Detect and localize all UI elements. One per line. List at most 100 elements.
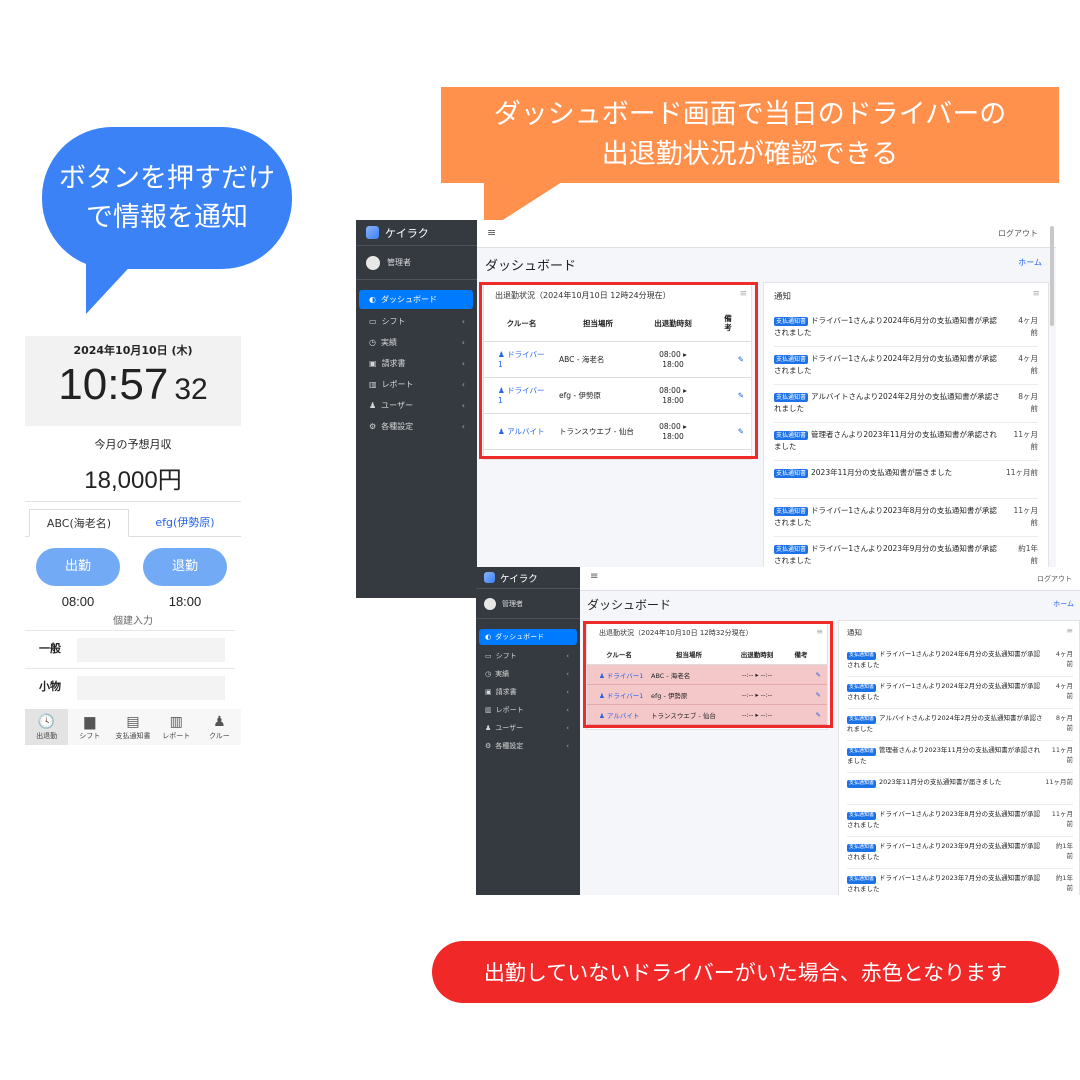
- nav-attendance[interactable]: 🕓 出退勤: [25, 709, 69, 745]
- user-name: 管理者: [387, 258, 411, 267]
- sidebar-item-results[interactable]: ◷ 実績 ‹: [359, 332, 473, 353]
- logout-link[interactable]: ログアウト: [998, 228, 1038, 239]
- notice-item[interactable]: 支払通知書 ドライバー1さんより2023年8月分の支払通知書が承認されました 11ヶ…: [774, 499, 1038, 537]
- notice-time: 4ヶ月前: [1056, 677, 1073, 701]
- user-icon: ♟: [369, 401, 377, 410]
- calendar-icon: ▭: [485, 652, 492, 660]
- highlight-box: [583, 621, 833, 728]
- general-input[interactable]: [77, 638, 225, 662]
- notice-item[interactable]: 支払通知書 アルバイトさんより2024年2月分の支払通知書が承認されました 8ヶ月前: [847, 709, 1073, 741]
- dashboard-screen-b: ケイラク 管理者 ◐ ダッシュボード ▭ シフト ‹ ◷ 実績 ‹ ▣ 請求書 ‹ ▥ レポート…: [476, 567, 1080, 895]
- chevron-left-icon: ‹: [566, 688, 569, 696]
- income-label: 今月の予想月収: [94, 438, 172, 451]
- sidebar-item-dashboard[interactable]: ◐ ダッシュボード: [479, 629, 577, 645]
- notice-text-wrap: 支払通知書 2023年11月分の支払通知書が届きました: [774, 461, 1002, 479]
- sidebar-item-invoice[interactable]: ▣ 請求書 ‹: [479, 683, 577, 701]
- topbar: ≡ ログアウト: [580, 567, 1080, 591]
- notice-item[interactable]: 支払通知書 ドライバー1さんより2024年6月分の支払通知書が承認されました 4ヶ月…: [847, 645, 1073, 677]
- notice-item[interactable]: 支払通知書 ドライバー1さんより2023年8月分の支払通知書が承認されました 11ヶ…: [847, 805, 1073, 837]
- sidebar-item-label: シフト: [381, 317, 406, 326]
- notice-card: 通知 ≡ 支払通知書 ドライバー1さんより2024年6月分の支払通知書が承認されま…: [763, 282, 1049, 598]
- clock-in-button[interactable]: 出勤: [36, 548, 120, 586]
- payment-notice-badge: 支払通知書: [847, 876, 877, 884]
- notice-item[interactable]: 支払通知書 アルバイトさんより2024年2月分の支払通知書が承認されました 8ヶ月前: [774, 385, 1038, 423]
- notice-text-wrap: 支払通知書 2023年11月分の支払通知書が届きました: [847, 773, 1043, 788]
- tab-efg[interactable]: efg(伊勢原): [135, 509, 235, 537]
- sidebar-user[interactable]: 管理者: [356, 246, 477, 280]
- entry-row-label: 小物: [39, 680, 61, 693]
- scrollbar[interactable]: [1050, 226, 1054, 326]
- small-input[interactable]: [77, 676, 225, 700]
- nav-shift[interactable]: ▆ シフト: [68, 709, 111, 745]
- notice-item[interactable]: 支払通知書 2023年11月分の支払通知書が届きました 11ヶ月前: [847, 773, 1073, 805]
- home-breadcrumb[interactable]: ホーム: [1018, 257, 1042, 268]
- notice-item[interactable]: 支払通知書 ドライバー1さんより2024年6月分の支払通知書が承認されました 4ヶ月…: [774, 309, 1038, 347]
- notice-item[interactable]: 支払通知書 ドライバー1さんより2023年9月分の支払通知書が承認されました 約1年…: [847, 837, 1073, 869]
- sidebar-item-users[interactable]: ♟ ユーザー ‹: [479, 719, 577, 737]
- sidebar-item-report[interactable]: ▥ レポート ‹: [359, 374, 473, 395]
- sidebar-item-label: 実績: [495, 670, 510, 678]
- notice-text-wrap: 支払通知書 アルバイトさんより2024年2月分の支払通知書が承認されました: [774, 385, 1002, 414]
- notice-item[interactable]: 支払通知書 2023年11月分の支払通知書が届きました 11ヶ月前: [774, 461, 1038, 499]
- current-time: 10:57 32: [25, 360, 241, 410]
- notice-text-wrap: 支払通知書 ドライバー1さんより2023年7月分の支払通知書が承認されました: [847, 869, 1043, 894]
- card-menu-icon[interactable]: ≡: [1066, 626, 1073, 635]
- nav-report[interactable]: ▥ レポート: [155, 709, 198, 745]
- tab-abc[interactable]: ABC(海老名): [29, 509, 129, 537]
- notice-item[interactable]: 支払通知書 管理者さんより2023年11月分の支払通知書が承認されました 11ヶ月前: [774, 423, 1038, 461]
- sidebar-item-settings[interactable]: ⚙ 各種設定 ‹: [359, 416, 473, 437]
- sidebar-item-settings[interactable]: ⚙ 各種設定 ‹: [479, 737, 577, 755]
- sidebar-item-users[interactable]: ♟ ユーザー ‹: [359, 395, 473, 416]
- hamburger-icon[interactable]: ≡: [590, 571, 598, 582]
- user-name: 管理者: [502, 599, 523, 608]
- clock-out-button[interactable]: 退勤: [143, 548, 227, 586]
- nav-label: クルー: [209, 732, 230, 740]
- payment-notice-badge: 支払通知書: [774, 317, 809, 327]
- notice-item[interactable]: 支払通知書 ドライバー1さんより2024年2月分の支払通知書が承認されました 4ヶ月…: [774, 347, 1038, 385]
- hamburger-icon[interactable]: ≡: [487, 226, 496, 239]
- notice-text-wrap: 支払通知書 ドライバー1さんより2023年8月分の支払通知書が承認されました: [774, 499, 1002, 528]
- notice-time-suffix: 前: [1066, 724, 1074, 733]
- sidebar-item-invoice[interactable]: ▣ 請求書 ‹: [359, 353, 473, 374]
- notice-time-value: 11ヶ月前: [1045, 778, 1073, 786]
- sidebar-item-label: 各種設定: [495, 742, 524, 750]
- notice-text-wrap: 支払通知書 ドライバー1さんより2023年9月分の支払通知書が承認されました: [774, 537, 1002, 566]
- notice-item[interactable]: 支払通知書 管理者さんより2023年11月分の支払通知書が承認されました 11ヶ月前: [847, 741, 1073, 773]
- notice-time-suffix: 前: [1030, 365, 1039, 375]
- notice-time-value: 約1年: [1018, 544, 1038, 553]
- sidebar-item-shift[interactable]: ▭ シフト ‹: [359, 311, 473, 332]
- sidebar-item-dashboard[interactable]: ◐ ダッシュボード: [359, 290, 473, 309]
- sidebar-user[interactable]: 管理者: [476, 589, 580, 619]
- sidebar-menu: ◐ ダッシュボード ▭ シフト ‹ ◷ 実績 ‹ ▣ 請求書 ‹ ▥ レポート ‹ ♟ ユーザー ‹ …: [356, 280, 477, 437]
- sidebar-item-shift[interactable]: ▭ シフト ‹: [479, 647, 577, 665]
- notice-time-suffix: 前: [1066, 884, 1074, 893]
- notice-text-wrap: 支払通知書 ドライバー1さんより2024年2月分の支払通知書が承認されました: [847, 677, 1043, 702]
- notice-item[interactable]: 支払通知書 ドライバー1さんより2024年2月分の支払通知書が承認されました 4ヶ月…: [847, 677, 1073, 709]
- payment-notice-badge: 支払通知書: [847, 812, 877, 820]
- entry-row-general: 一般: [25, 630, 235, 668]
- sidebar-item-label: ダッシュボード: [380, 295, 437, 304]
- bar-chart-icon: ▥: [169, 714, 183, 730]
- nav-payment[interactable]: ▤ 支払通知書: [111, 709, 154, 745]
- card-menu-icon[interactable]: ≡: [1032, 289, 1040, 299]
- logo-icon: [484, 572, 495, 583]
- notice-text: 2023年11月分の支払通知書が届きました: [879, 778, 1002, 786]
- orange-callout-line2: 出退勤状況が確認できる: [601, 139, 899, 170]
- sidebar-item-results[interactable]: ◷ 実績 ‹: [479, 665, 577, 683]
- notice-time-suffix: 前: [1066, 692, 1074, 701]
- sidebar-item-report[interactable]: ▥ レポート ‹: [479, 701, 577, 719]
- payment-notice-badge: 支払通知書: [774, 507, 809, 517]
- notice-time: 11ヶ月前: [1052, 741, 1073, 765]
- notice-text-wrap: 支払通知書 ドライバー1さんより2023年9月分の支払通知書が承認されました: [847, 837, 1043, 862]
- logout-link[interactable]: ログアウト: [1037, 574, 1072, 584]
- time-seconds: 32: [174, 373, 208, 406]
- nav-crew[interactable]: ♟ クルー: [198, 709, 241, 745]
- payment-notice-badge: 支払通知書: [774, 431, 809, 441]
- home-breadcrumb[interactable]: ホーム: [1053, 599, 1074, 609]
- manual-entry-label: 個建入力: [113, 616, 153, 627]
- chevron-left-icon: ‹: [461, 317, 465, 326]
- notice-time-value: 11ヶ月: [1013, 506, 1038, 515]
- notice-item[interactable]: 支払通知書 ドライバー1さんより2023年7月分の支払通知書が承認されました 約1年…: [847, 869, 1073, 895]
- income-panel: 今月の予想月収 18,000円: [25, 426, 241, 502]
- sidebar-item-label: 請求書: [381, 359, 406, 368]
